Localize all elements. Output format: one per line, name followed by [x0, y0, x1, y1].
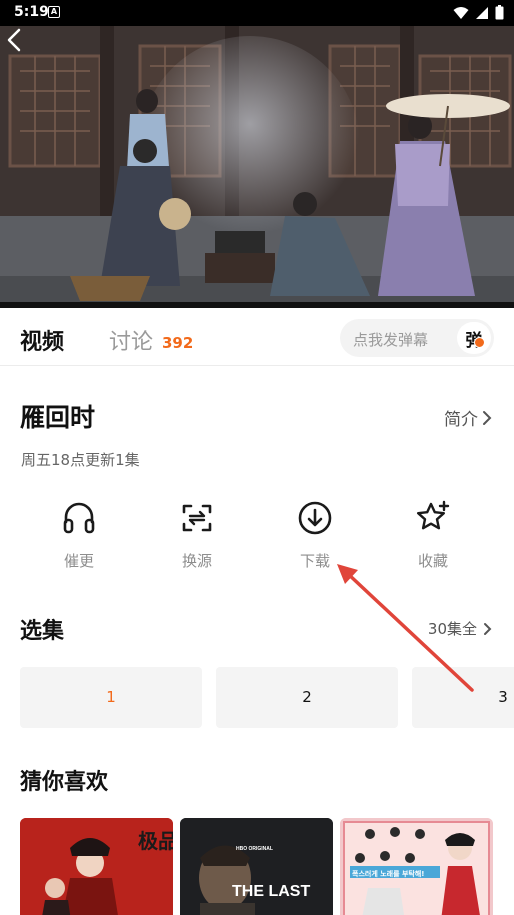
poster-badge: HBO ORIGINAL: [236, 846, 273, 852]
chevron-right-icon: [483, 410, 492, 425]
favorite-button[interactable]: 收藏: [393, 500, 473, 571]
episode-list: 1 2 3: [20, 667, 514, 729]
battery-icon: [495, 5, 504, 20]
poster-title-art: 폭스러게 노래를 부탁해!: [352, 869, 424, 878]
wifi-icon: [453, 6, 469, 19]
episode-item[interactable]: 2: [216, 667, 398, 728]
video-frame: [0, 26, 514, 307]
poster-art: 极品: [20, 818, 173, 915]
episodes-all-link[interactable]: 30集全: [428, 618, 492, 639]
poster-art: HBO ORIGINAL THE LAST: [180, 818, 333, 915]
episodes-title: 选集: [20, 619, 65, 644]
poster-title-art: 极品: [138, 829, 173, 853]
app-root: 5:19 A 视频 讨论 392 点我发弹幕 雁回时 简介 周五18点更新1集 …: [0, 0, 514, 915]
headphones-icon: [63, 502, 95, 534]
danmaku-placeholder: 点我发弹幕: [353, 331, 429, 349]
recommend-title: 猜你喜欢: [20, 770, 109, 795]
danmaku-toggle-button[interactable]: 弹: [457, 322, 491, 354]
favorite-label: 收藏: [417, 552, 448, 570]
episode-item[interactable]: 3: [412, 667, 514, 728]
status-time: 5:19: [14, 4, 49, 20]
video-player[interactable]: [0, 26, 514, 307]
poster-title-art: THE LAST: [232, 883, 310, 900]
poster-card[interactable]: 폭스러게 노래를 부탁해!: [340, 818, 493, 915]
recommend-list: 极品 HBO ORIGINAL THE LAST 폭스러게 노래를 부탁해!: [20, 818, 514, 915]
download-button[interactable]: 下载: [275, 500, 355, 571]
episode-item[interactable]: 1: [20, 667, 202, 728]
urge-update-label: 催更: [63, 552, 94, 570]
switch-source-icon: [182, 504, 212, 532]
switch-source-button[interactable]: 换源: [157, 500, 237, 571]
poster-card[interactable]: HBO ORIGINAL THE LAST: [180, 818, 333, 915]
poster-card[interactable]: 极品: [20, 818, 173, 915]
discuss-count-badge: 392: [162, 334, 194, 352]
episodes-count-label: 30集全: [427, 620, 477, 638]
download-icon: [298, 501, 332, 535]
download-label: 下载: [299, 552, 330, 570]
urge-update-button[interactable]: 催更: [39, 500, 119, 571]
signal-icon: [476, 6, 488, 19]
back-icon[interactable]: [0, 26, 30, 56]
tab-discuss[interactable]: 讨论: [109, 324, 153, 356]
tab-bar: 视频 讨论 392 点我发弹幕 弹: [0, 308, 514, 366]
danmaku-on-icon: [474, 337, 485, 348]
status-bar: 5:19 A: [0, 0, 514, 26]
show-title: 雁回时: [20, 403, 96, 432]
tab-video[interactable]: 视频: [20, 324, 64, 356]
status-icons: [453, 5, 504, 20]
action-row: 催更 换源 下载 收藏: [0, 500, 514, 580]
chevron-right-icon: [484, 622, 492, 635]
poster-art: 폭스러게 노래를 부탁해!: [340, 818, 493, 915]
switch-source-label: 换源: [181, 552, 212, 570]
danmaku-input[interactable]: 点我发弹幕 弹: [340, 319, 494, 357]
update-info: 周五18点更新1集: [21, 451, 140, 469]
star-add-icon: [417, 500, 450, 530]
notification-icon: A: [48, 6, 60, 18]
intro-label: 简介: [444, 410, 478, 430]
intro-link[interactable]: 简介: [444, 405, 492, 430]
